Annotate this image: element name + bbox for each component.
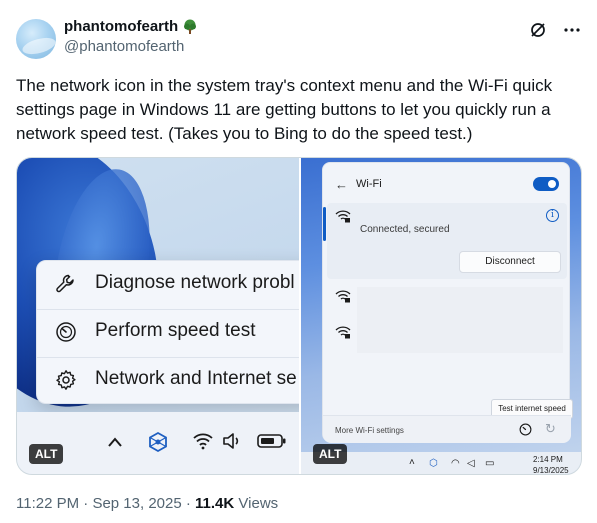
media-image-right[interactable]: ← Wi-Fi Connected, secured i Disconnect [301,158,581,475]
wifi-toggle [533,177,559,191]
battery-icon [257,434,286,448]
tweet-date[interactable]: Sep 13, 2025 [92,495,181,512]
wifi-secured-icon [335,290,351,303]
speed-test-gauge-icon [519,423,532,436]
wifi-title: Wi-Fi [356,178,382,190]
wifi-panel-footer: More Wi-Fi settings ↻ [323,415,571,443]
wifi-secured-icon [335,210,351,223]
battery-icon: ▭ [485,458,495,469]
chevron-up-icon: ˄ [409,457,415,468]
network-list-item [357,287,563,353]
network-hub-icon: ⬡ [429,458,438,469]
tweet-header: phantomofearth @phantomofearth [16,17,581,61]
more-wifi-settings-link: More Wi-Fi settings [335,426,404,435]
menu-item-diagnose: Diagnose network probl [37,261,299,305]
avatar[interactable] [16,19,56,59]
clock-date: 9/13/2025 [533,466,569,475]
views-label: Views [238,495,279,512]
tree-icon [184,19,197,34]
gauge-icon [56,322,76,342]
menu-item-network-settings: Network and Internet se [37,357,299,401]
tweet-text: The network icon in the system tray's co… [16,76,553,143]
alt-badge[interactable]: ALT [313,444,348,464]
header-actions [529,21,581,42]
clock-time: 2:14 PM [533,455,563,464]
author-display-name[interactable]: phantomofearth [64,17,198,37]
chevron-up-icon [108,437,122,447]
tray-context-menu: Diagnose network probl Perform speed tes… [36,260,299,404]
slash-circle-icon[interactable] [529,21,547,42]
menu-item-label: Diagnose network probl [95,272,295,293]
back-arrow-icon: ← [335,177,348,192]
display-name-text[interactable]: phantomofearth [64,17,178,37]
menu-item-label: Perform speed test [95,320,256,341]
menu-item-label: Network and Internet se [95,368,297,389]
wifi-icon [193,433,213,450]
volume-icon [223,433,239,449]
tweet-time[interactable]: 11:22 PM [16,495,79,512]
menu-item-speed-test: Perform speed test [37,309,299,353]
wifi-icon: ◠ [451,458,460,469]
alt-badge[interactable]: ALT [29,444,64,464]
disconnect-button: Disconnect [459,251,561,273]
clock: 2:14 PM 9/13/2025 [533,454,569,475]
gear-icon [56,370,76,390]
author-names: phantomofearth @phantomofearth [64,17,198,57]
wifi-quick-settings-panel: ← Wi-Fi Connected, secured i Disconnect [322,162,573,443]
more-horizontal-icon[interactable] [563,21,581,42]
media-image-left[interactable]: Diagnose network probl Perform speed tes… [17,158,299,474]
tweet-meta: 11:22 PM · Sep 13, 2025 · 11.4K Views [16,495,278,512]
author-handle[interactable]: @phantomofearth [64,37,198,57]
selected-accent [323,207,326,241]
meta-separator: · [185,495,191,512]
network-hub-icon [149,431,167,453]
views-count: 11.4K [195,495,235,512]
volume-icon: ◁ [467,458,475,469]
info-icon: i [546,209,559,222]
wrench-icon [56,274,74,293]
meta-separator: · [83,495,89,512]
wifi-secured-icon [335,326,351,339]
refresh-icon: ↻ [545,421,556,436]
media-grid: Diagnose network probl Perform speed tes… [16,157,582,475]
connection-status: Connected, secured [360,224,450,235]
